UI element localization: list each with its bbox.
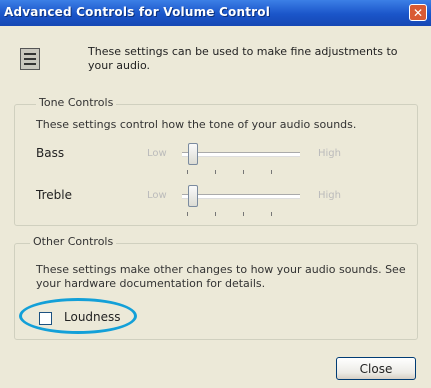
tone-controls-description: These settings control how the tone of y… — [36, 118, 357, 131]
treble-high-label: High — [318, 190, 341, 201]
bass-tick — [215, 170, 216, 174]
treble-tick — [243, 212, 244, 216]
bass-label: Bass — [36, 146, 65, 160]
bass-tick — [243, 170, 244, 174]
treble-label: Treble — [36, 188, 72, 202]
treble-slider-thumb[interactable] — [188, 185, 199, 207]
treble-tick — [215, 212, 216, 216]
intro-text: These settings can be used to make fine … — [88, 45, 398, 72]
title-bar[interactable]: Advanced Controls for Volume Control ✕ — [0, 0, 431, 26]
other-controls-legend: Other Controls — [30, 235, 117, 248]
bass-tick — [271, 170, 272, 174]
window-close-icon[interactable]: ✕ — [409, 4, 427, 21]
bass-slider-track[interactable] — [182, 152, 300, 157]
treble-slider-track[interactable] — [182, 194, 300, 199]
advanced-controls-dialog: Advanced Controls for Volume Control ✕ T… — [0, 0, 431, 388]
mixer-settings-icon — [20, 48, 40, 70]
close-button[interactable]: Close — [336, 357, 416, 380]
bass-low-label: Low — [147, 148, 167, 159]
treble-tick — [187, 212, 188, 216]
bass-slider-thumb[interactable] — [188, 143, 199, 165]
other-controls-description: These settings make other changes to how… — [36, 263, 406, 290]
tone-controls-legend: Tone Controls — [36, 96, 117, 109]
treble-low-label: Low — [147, 190, 167, 201]
highlight-circle — [19, 298, 137, 334]
bass-high-label: High — [318, 148, 341, 159]
treble-tick — [271, 212, 272, 216]
window-title: Advanced Controls for Volume Control — [4, 5, 271, 19]
bass-tick — [187, 170, 188, 174]
